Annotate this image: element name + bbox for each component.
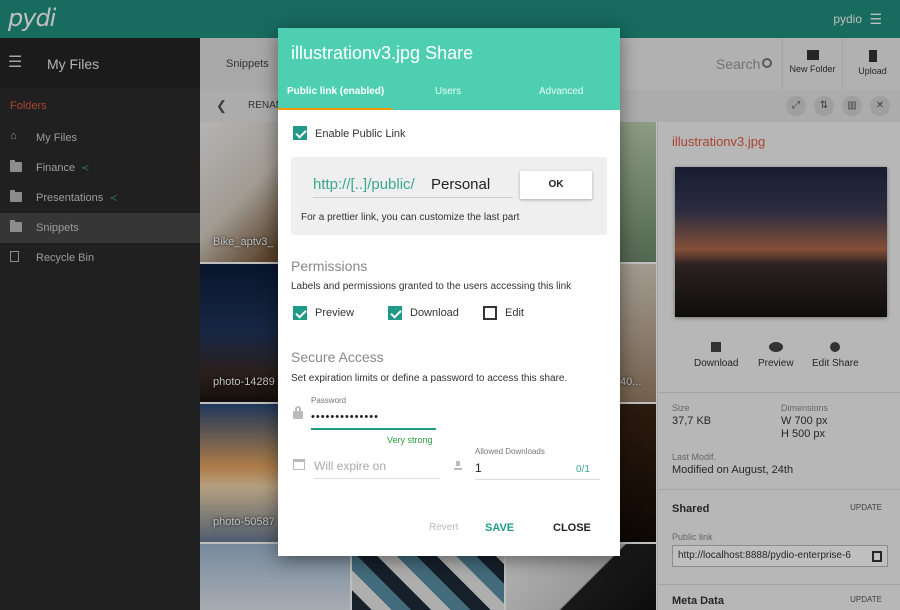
- allowed-downloads-label: Allowed Downloads: [475, 447, 545, 456]
- permissions-title: Permissions: [291, 258, 368, 274]
- revert-button[interactable]: Revert: [429, 522, 458, 533]
- tab-users[interactable]: Users: [435, 86, 461, 97]
- allowed-downloads-input[interactable]: 1: [475, 461, 482, 475]
- enable-public-link-label: Enable Public Link: [315, 128, 406, 140]
- download-limit-icon: [454, 461, 462, 470]
- allowed-downloads-underline: [475, 479, 600, 480]
- ok-button[interactable]: OK: [520, 171, 592, 199]
- preview-label: Preview: [315, 307, 355, 319]
- share-dialog-header: illustrationv3.jpg Share Public link (en…: [278, 28, 620, 110]
- edit-label: Edit: [505, 307, 524, 319]
- password-strength: Very strong: [387, 435, 433, 445]
- edit-checkbox[interactable]: [483, 306, 497, 320]
- link-input-underline: [313, 197, 513, 198]
- password-field[interactable]: ••••••••••••••: [311, 411, 379, 423]
- tab-public-link[interactable]: Public link (enabled): [287, 86, 384, 97]
- link-prefix: http://[..]/public/: [313, 176, 415, 193]
- password-underline: [311, 428, 436, 430]
- download-label: Download: [410, 307, 459, 319]
- calendar-icon: [293, 459, 305, 470]
- secure-access-description: Set expiration limits or define a passwo…: [291, 373, 568, 384]
- public-link-panel: http://[..]/public/ Personal OK For a pr…: [291, 157, 607, 235]
- save-button[interactable]: SAVE: [485, 522, 514, 534]
- share-dialog-title: illustrationv3.jpg Share: [291, 43, 474, 63]
- tab-advanced[interactable]: Advanced: [539, 86, 583, 97]
- expiration-underline: [314, 478, 440, 479]
- share-dialog: illustrationv3.jpg Share Public link (en…: [278, 28, 620, 556]
- allowed-downloads-count: 0/1: [576, 464, 590, 475]
- lock-icon: [293, 406, 303, 419]
- secure-access-title: Secure Access: [291, 349, 384, 365]
- preview-checkbox[interactable]: [293, 306, 307, 320]
- permissions-description: Labels and permissions granted to the us…: [291, 281, 572, 292]
- link-slug-input[interactable]: Personal: [431, 176, 490, 193]
- password-label: Password: [311, 396, 347, 405]
- link-hint: For a prettier link, you can customize t…: [301, 212, 520, 223]
- download-checkbox[interactable]: [388, 306, 402, 320]
- active-tab-indicator: [278, 108, 392, 110]
- expiration-date-input[interactable]: Will expire on: [314, 459, 386, 473]
- enable-public-link-checkbox[interactable]: [293, 126, 307, 140]
- close-button[interactable]: CLOSE: [553, 522, 591, 534]
